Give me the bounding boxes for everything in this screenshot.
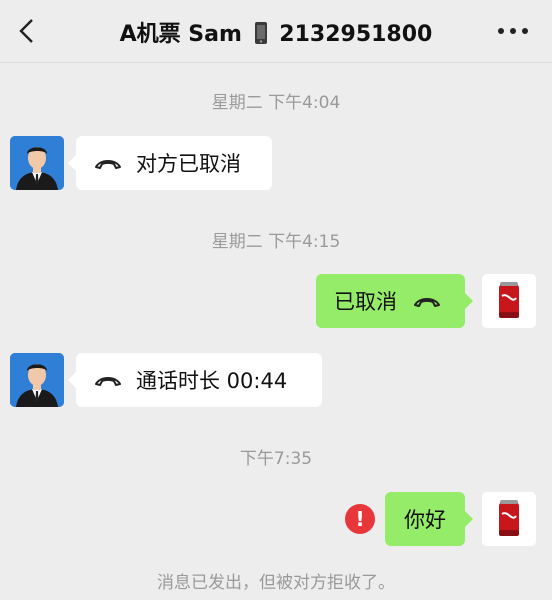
more-dot <box>510 28 516 34</box>
contact-avatar[interactable] <box>10 136 64 190</box>
back-button[interactable] <box>10 14 44 48</box>
contact-name: A机票 Sam <box>119 22 242 47</box>
more-options-button[interactable] <box>498 26 528 36</box>
message-text: 对方已取消 <box>136 152 241 176</box>
my-avatar[interactable] <box>482 274 536 328</box>
mobile-phone-icon <box>254 22 267 44</box>
timestamp: 星期二 下午4:04 <box>211 93 341 113</box>
message-text: 你好 <box>404 508 446 532</box>
timestamp: 星期二 下午4:15 <box>211 232 341 252</box>
message-bubble-outgoing[interactable]: 你好 <box>385 492 473 546</box>
phone-hangup-icon <box>95 160 121 169</box>
soda-can-avatar-image <box>482 274 536 328</box>
message-bubble-outgoing[interactable]: 已取消 <box>316 274 473 328</box>
phone-hangup-icon <box>95 377 121 386</box>
soda-can-avatar-image <box>482 492 536 546</box>
contact-avatar[interactable] <box>10 353 64 407</box>
my-avatar[interactable] <box>482 492 536 546</box>
chat-title: A机票 Sam 2132951800 <box>80 16 472 48</box>
phone-hangup-icon <box>414 298 440 307</box>
chevron-left-icon <box>19 19 33 43</box>
more-dot <box>522 28 528 34</box>
person-avatar-image <box>10 136 64 190</box>
chat-header: A机票 Sam 2132951800 <box>0 0 552 63</box>
message-text: 通话时长 00:44 <box>136 369 288 393</box>
message-bubble-incoming[interactable]: 通话时长 00:44 <box>68 353 322 407</box>
contact-number: 2132951800 <box>279 22 433 47</box>
system-notice: 消息已发出，但被对方拒收了。 <box>157 573 395 593</box>
send-failed-icon[interactable]: ! <box>345 504 375 534</box>
more-dots-icon <box>498 28 504 34</box>
person-avatar-image <box>10 353 64 407</box>
message-bubble-incoming[interactable]: 对方已取消 <box>68 136 272 190</box>
message-text: 已取消 <box>334 290 397 314</box>
timestamp: 下午7:35 <box>239 449 313 469</box>
